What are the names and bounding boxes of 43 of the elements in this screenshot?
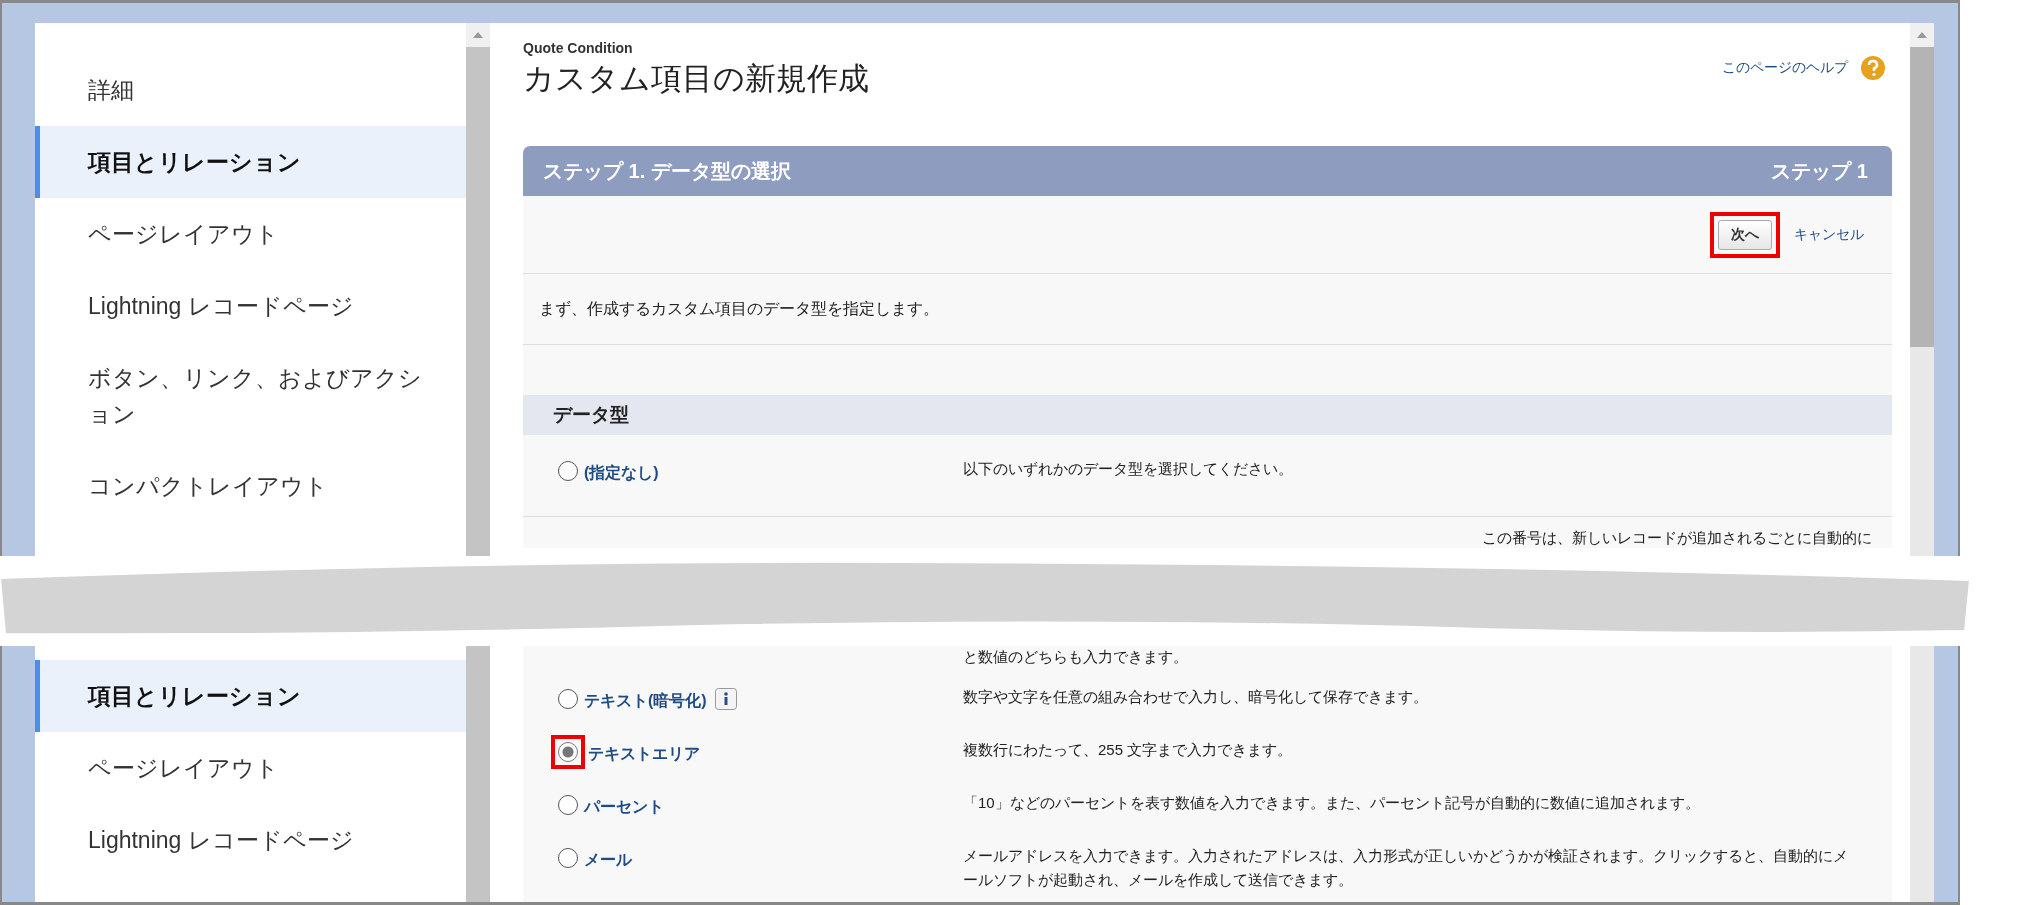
data-type-description: と数値のどちらも入力できます。 bbox=[962, 647, 1189, 667]
scrollbar[interactable] bbox=[466, 23, 490, 556]
page-title: カスタム項目の新規作成 bbox=[523, 60, 869, 98]
data-type-label[interactable]: パーセント bbox=[584, 797, 664, 818]
sidebar-item[interactable]: 詳細 bbox=[35, 54, 466, 126]
sidebar-item[interactable]: コンパクトレイアウト bbox=[35, 450, 466, 522]
help-icon[interactable] bbox=[1860, 55, 1886, 81]
cancel-link[interactable]: キャンセル bbox=[1794, 225, 1864, 244]
radio-button[interactable] bbox=[558, 688, 578, 709]
sidebar-item[interactable]: Lightning レコードページ bbox=[35, 804, 466, 876]
info-icon[interactable] bbox=[714, 687, 737, 710]
radio-button[interactable] bbox=[558, 847, 578, 868]
data-type-description: この番号は、新しいレコードが追加されるごとに自動的に bbox=[1481, 528, 1873, 548]
section-header: データ型 bbox=[523, 395, 1892, 435]
scrollbar-thumb[interactable] bbox=[1910, 47, 1934, 347]
data-type-description: メールアドレスを入力できます。入力されたアドレスは、入力形式が正しいかどうかが検証されます。クリックすると、自動的にメールソフトが起動され、メールを作成して送信できます。 bbox=[963, 846, 1849, 890]
data-type-label[interactable]: テキスト(暗号化) bbox=[584, 691, 707, 712]
sidebar-item[interactable]: 項目とリレーション bbox=[35, 126, 466, 198]
data-type-description: 複数行にわたって、255 文字まで入力できます。 bbox=[963, 740, 1294, 760]
object-label: Quote Condition bbox=[523, 40, 634, 56]
scroll-up-arrow-icon[interactable] bbox=[472, 31, 484, 39]
radio-button[interactable] bbox=[558, 741, 578, 762]
step-number: ステップ 1 bbox=[1771, 158, 1868, 184]
step-title: ステップ 1. データ型の選択 bbox=[543, 158, 791, 184]
data-type-description: 「10」などのパーセントを表す数値を入力できます。また、パーセント記号が自動的に数値に追加されます。 bbox=[963, 793, 1701, 813]
radio-button[interactable] bbox=[558, 794, 578, 815]
next-button[interactable]: 次へ bbox=[1718, 219, 1772, 250]
sidebar-item[interactable]: 項目とリレーション bbox=[35, 660, 466, 732]
instruction-text: まず、作成するカスタム項目のデータ型を指定します。 bbox=[523, 274, 1892, 345]
scroll-up-arrow-icon[interactable] bbox=[1916, 31, 1928, 39]
data-type-label[interactable]: メール bbox=[584, 850, 632, 871]
sidebar-item[interactable]: ボタン、リンク、およびアクション bbox=[35, 342, 466, 450]
data-type-description: 数字や文字を任意の組み合わせで入力し、暗号化して保存できます。 bbox=[963, 687, 1429, 707]
data-type-label[interactable]: テキストエリア bbox=[588, 744, 700, 765]
data-type-label[interactable]: (指定なし) bbox=[584, 463, 659, 484]
sidebar-item[interactable]: ページレイアウト bbox=[35, 198, 466, 270]
sidebar-item[interactable]: Lightning レコードページ bbox=[35, 270, 466, 342]
data-type-description: 以下のいずれかのデータ型を選択してください。 bbox=[963, 459, 1294, 479]
scrollbar[interactable] bbox=[466, 646, 490, 902]
radio-button[interactable] bbox=[558, 460, 578, 481]
sidebar-item[interactable]: ページレイアウト bbox=[35, 732, 466, 804]
help-link[interactable]: このページのヘルプ bbox=[1722, 59, 1848, 77]
scrollbar[interactable] bbox=[1910, 646, 1934, 902]
